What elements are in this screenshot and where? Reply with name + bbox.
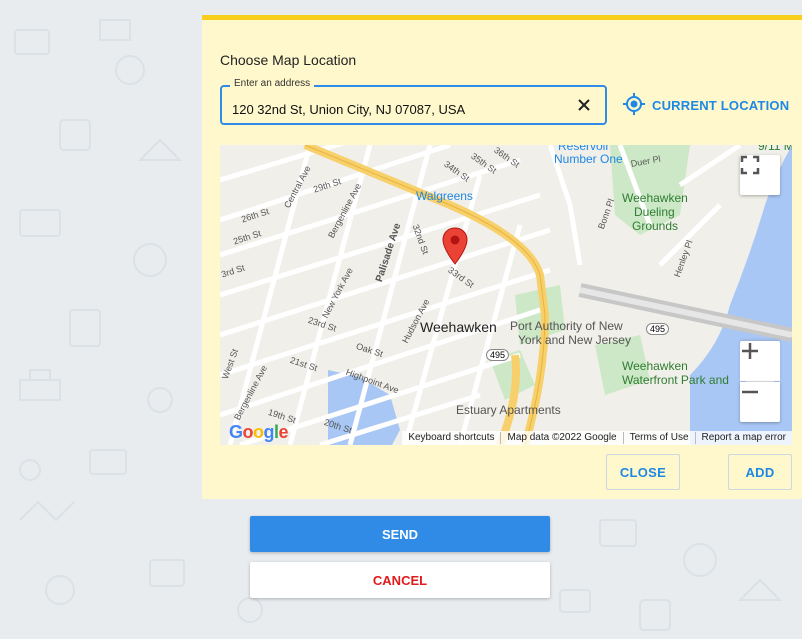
zoom-out-button[interactable] bbox=[740, 382, 780, 422]
send-button[interactable]: SEND bbox=[250, 516, 550, 552]
report-map-error-link[interactable]: Report a map error bbox=[694, 432, 792, 444]
place-weehawken: Weehawken bbox=[420, 319, 497, 335]
fullscreen-button[interactable] bbox=[740, 155, 780, 195]
route-495-b: 495 bbox=[646, 323, 670, 335]
place-estuary: Estuary Apartments bbox=[456, 403, 561, 417]
place-reservoir-2: Number One bbox=[554, 152, 623, 166]
place-dueling-1: Weehawken bbox=[622, 191, 688, 205]
current-location-label: CURRENT LOCATION bbox=[652, 97, 790, 113]
place-port-authority-2: York and New Jersey bbox=[518, 333, 631, 347]
place-waterfront-2: Waterfront Park and bbox=[622, 373, 729, 387]
cancel-button[interactable]: CANCEL bbox=[250, 562, 550, 598]
add-button[interactable]: ADD bbox=[728, 454, 792, 490]
place-port-authority-1: Port Authority of New bbox=[510, 319, 623, 333]
address-field[interactable]: Enter an address bbox=[220, 78, 607, 125]
place-walgreens: Walgreens bbox=[416, 189, 473, 203]
place-dueling-2: Dueling bbox=[634, 205, 675, 219]
place-waterfront-1: Weehawken bbox=[622, 359, 688, 373]
current-location-button[interactable]: CURRENT LOCATION bbox=[622, 92, 790, 119]
address-field-label: Enter an address bbox=[230, 78, 315, 89]
close-button[interactable]: CLOSE bbox=[606, 454, 680, 490]
map-data-text: Map data ©2022 Google bbox=[500, 432, 622, 444]
map-canvas bbox=[220, 145, 792, 445]
terms-of-use-link[interactable]: Terms of Use bbox=[622, 432, 695, 444]
close-icon[interactable] bbox=[575, 96, 593, 114]
keyboard-shortcuts-link[interactable]: Keyboard shortcuts bbox=[402, 432, 500, 444]
crosshair-icon bbox=[622, 92, 646, 119]
route-495-a: 495 bbox=[486, 349, 510, 361]
place-nine-eleven: 9/11 Mem bbox=[758, 145, 792, 153]
place-dueling-3: Grounds bbox=[632, 219, 679, 233]
google-logo: Google bbox=[229, 422, 289, 442]
map-location-dialog: Choose Map Location Enter an address CUR… bbox=[202, 15, 802, 499]
address-input[interactable] bbox=[232, 99, 562, 119]
zoom-in-button[interactable] bbox=[740, 341, 780, 381]
map-view[interactable]: Walgreens Weehawken Port Authority of Ne… bbox=[220, 145, 792, 445]
dialog-title: Choose Map Location bbox=[220, 52, 357, 68]
map-footer: Keyboard shortcuts Map data ©2022 Google… bbox=[402, 431, 792, 445]
